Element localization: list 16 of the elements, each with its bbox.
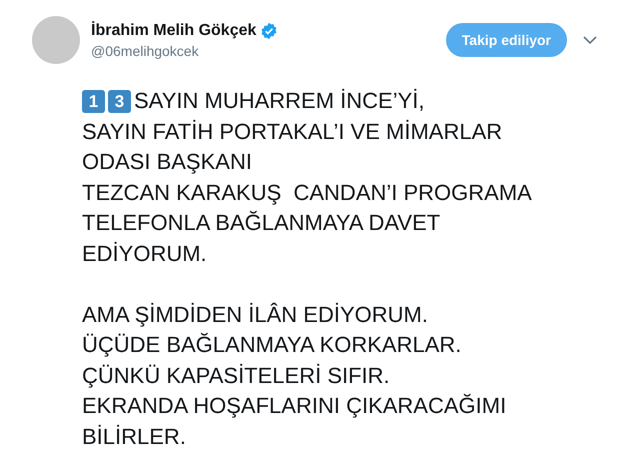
tweet-text-line: AMA ŞİMDİDEN İLÂN EDİYORUM. — [82, 300, 429, 329]
keycap-emoji: 3 — [108, 90, 131, 113]
tweet-text-line: BİLİRLER. — [82, 422, 187, 450]
tweet-text-line: ÇÜNKÜ KAPASİTELERİ SIFIR. — [82, 362, 391, 390]
tweet-text-line: SAYIN MUHARREM İNCE’Yİ, — [134, 87, 425, 115]
tweet-text-line: ÜÇÜDE BAĞLANMAYA KORKARLAR. — [82, 331, 462, 359]
tweet-text-line: EDİYORUM. — [82, 240, 208, 268]
keycap-emoji: 1 — [82, 90, 105, 113]
tweet-text-line: EKRANDA HOŞAFLARINI ÇIKARACAĞIMI — [82, 392, 508, 420]
author-handle: @06melihgokcek — [91, 42, 200, 58]
tweet-text-line: TEZCAN KARAKUŞ CANDAN’I PROGRAMA — [82, 178, 533, 207]
tweet-text-line: TELEFONLA BAĞLANMAYA DAVET — [82, 209, 442, 237]
tweet-text-line: ODASI BAŞKANI — [82, 148, 253, 176]
tweet-text-line: SAYIN FATİH PORTAKAL’I VE MİMARLAR — [82, 118, 504, 146]
author-name[interactable]: İbrahim Melih Gökçek — [91, 22, 256, 40]
chevron-down-icon[interactable] — [583, 35, 597, 45]
